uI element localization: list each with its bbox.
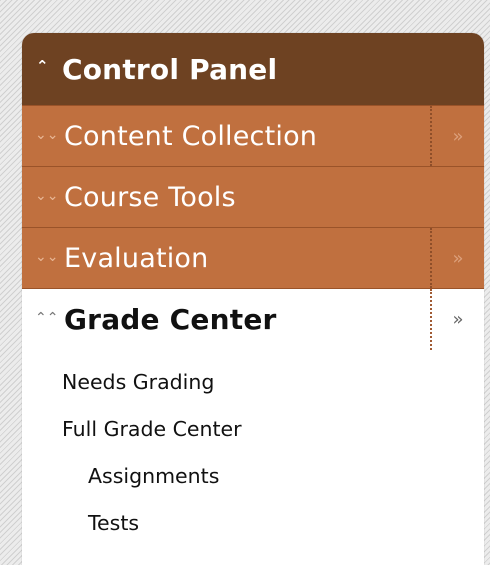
control-panel: ⌃︎ Control Panel ⌄⌄ Content Collection »… <box>22 33 484 565</box>
section-label: Evaluation <box>64 242 209 274</box>
expand-section-button[interactable]: » <box>430 289 484 350</box>
section-label: Content Collection <box>64 120 318 152</box>
section-label: Grade Center <box>64 303 277 336</box>
double-chevron-down-icon[interactable]: ⌄⌄ <box>35 250 58 264</box>
section-content-collection[interactable]: ⌄⌄ Content Collection » <box>22 105 484 166</box>
control-panel-header[interactable]: ⌃︎ Control Panel <box>22 33 484 105</box>
section-course-tools[interactable]: ⌄⌄ Course Tools <box>22 166 484 227</box>
double-chevron-up-icon[interactable]: ⌃⌃ <box>35 311 58 325</box>
nav-item-tests[interactable]: Tests <box>22 499 484 546</box>
double-chevron-down-icon[interactable]: ⌄⌄ <box>35 128 58 142</box>
nav-item-needs-grading[interactable]: Needs Grading <box>22 358 484 405</box>
section-evaluation[interactable]: ⌄⌄ Evaluation » <box>22 227 484 288</box>
double-chevron-up-icon: ⌃︎ <box>36 56 49 75</box>
double-chevron-down-icon[interactable]: ⌄⌄ <box>35 189 58 203</box>
section-label: Course Tools <box>64 181 236 213</box>
control-panel-title: Control Panel <box>62 52 278 86</box>
nav-item-full-grade-center[interactable]: Full Grade Center <box>22 405 484 452</box>
expand-section-button[interactable]: » <box>430 106 484 166</box>
section-grade-center[interactable]: ⌃⌃ Grade Center » <box>22 288 484 350</box>
expand-section-button[interactable]: » <box>430 228 484 288</box>
nav-item-assignments[interactable]: Assignments <box>22 452 484 499</box>
grade-center-items: Needs Grading Full Grade Center Assignme… <box>22 350 484 546</box>
